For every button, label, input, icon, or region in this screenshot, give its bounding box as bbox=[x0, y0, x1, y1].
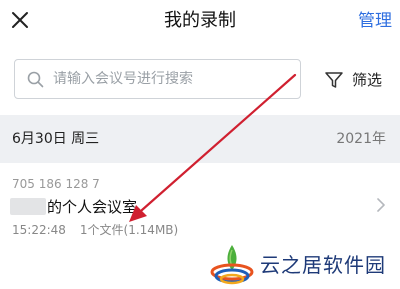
record-meta: 15:22:48 1个文件(1.14MB) bbox=[12, 222, 178, 238]
record-title: 的个人会议室 bbox=[47, 197, 138, 216]
filter-label: 筛选 bbox=[352, 71, 383, 89]
search-box[interactable] bbox=[14, 59, 301, 99]
recording-list-item[interactable]: 705 186 128 7 的个人会议室 15:22:48 1个文件(1.14MB… bbox=[0, 163, 400, 249]
header-bar: 我的录制 管理 bbox=[0, 0, 400, 44]
group-date: 6月30日 周三 bbox=[12, 131, 100, 147]
search-icon bbox=[27, 71, 44, 88]
meeting-id: 705 186 128 7 bbox=[12, 177, 100, 191]
list-empty-area bbox=[0, 249, 400, 289]
filter-button[interactable]: 筛选 bbox=[324, 68, 396, 92]
blurred-username bbox=[10, 198, 46, 215]
group-year: 2021年 bbox=[336, 131, 386, 147]
date-group-header: 6月30日 周三 2021年 bbox=[0, 115, 400, 163]
search-input[interactable] bbox=[53, 68, 293, 90]
record-file-info: 1个文件(1.14MB) bbox=[79, 223, 179, 237]
chevron-right-icon[interactable] bbox=[376, 197, 386, 213]
filter-icon bbox=[325, 72, 343, 88]
close-icon[interactable] bbox=[10, 10, 30, 30]
manage-button[interactable]: 管理 bbox=[358, 10, 392, 32]
page-title: 我的录制 bbox=[164, 10, 236, 31]
record-time: 15:22:48 bbox=[12, 223, 66, 237]
record-title-row: 的个人会议室 bbox=[10, 196, 137, 218]
